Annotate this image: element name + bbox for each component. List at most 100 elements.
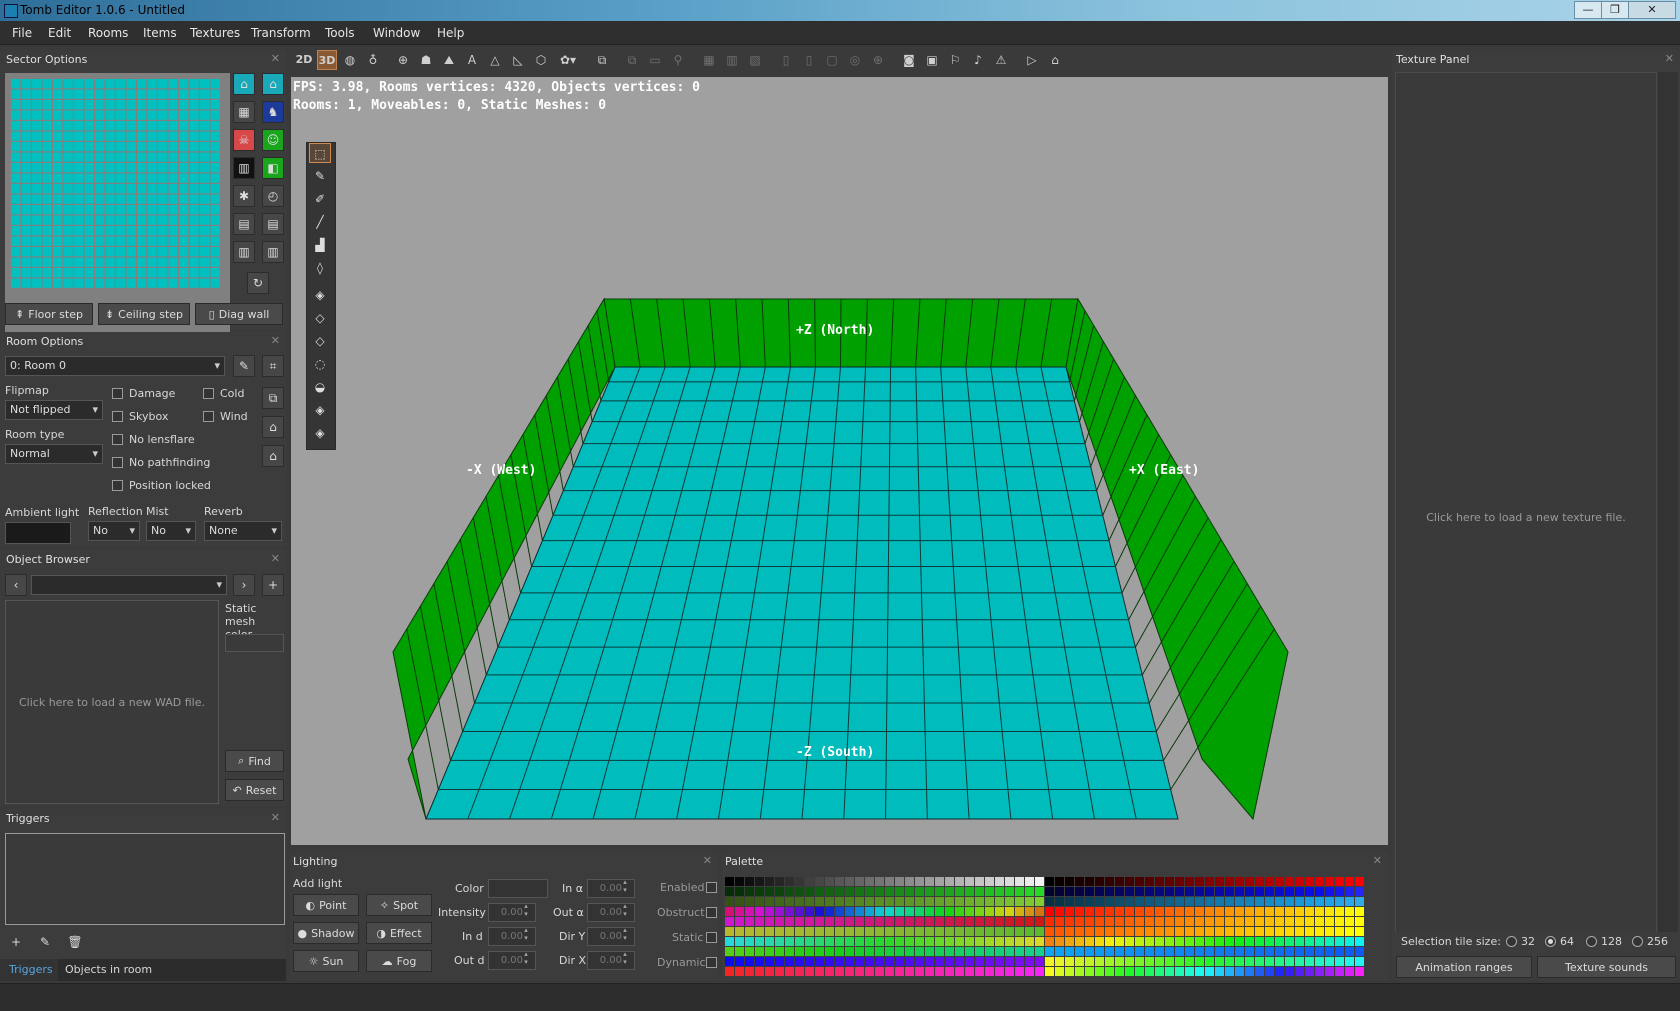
cold-checkbox[interactable] xyxy=(203,388,214,399)
palette-swatch[interactable] xyxy=(1275,907,1284,916)
palette-swatch[interactable] xyxy=(1325,937,1334,946)
palette-swatch[interactable] xyxy=(1045,947,1054,956)
palette-swatch[interactable] xyxy=(1055,897,1064,906)
sector-cell[interactable] xyxy=(200,100,210,110)
sector-cell[interactable] xyxy=(116,110,126,120)
palette-swatch[interactable] xyxy=(905,917,914,926)
sector-cell[interactable] xyxy=(158,163,168,173)
sector-cell[interactable] xyxy=(63,89,73,99)
palette-swatch[interactable] xyxy=(895,957,904,966)
palette-swatch[interactable] xyxy=(1235,927,1244,936)
sector-cell[interactable] xyxy=(63,163,73,173)
split-icon[interactable]: ▥ xyxy=(233,241,255,263)
palette-swatch[interactable] xyxy=(1095,947,1104,956)
palette-swatch[interactable] xyxy=(825,887,834,896)
palette-swatch[interactable] xyxy=(835,937,844,946)
palette-swatch[interactable] xyxy=(1345,957,1354,966)
sector-cell[interactable] xyxy=(63,247,73,257)
sector-cell[interactable] xyxy=(95,226,105,236)
sector-cell[interactable] xyxy=(95,121,105,131)
palette-swatch[interactable] xyxy=(1205,887,1214,896)
sector-cell[interactable] xyxy=(74,236,84,246)
palette-swatch[interactable] xyxy=(895,927,904,936)
palette-swatch[interactable] xyxy=(1135,927,1144,936)
menu-window[interactable]: Window xyxy=(373,26,420,40)
palette-swatch[interactable] xyxy=(795,897,804,906)
palette-swatch[interactable] xyxy=(735,877,744,886)
close-icon[interactable]: ✕ xyxy=(1665,52,1674,65)
sector-cell[interactable] xyxy=(53,194,63,204)
sector-cell[interactable] xyxy=(200,278,210,288)
palette-swatch[interactable] xyxy=(805,927,814,936)
sector-cell[interactable] xyxy=(42,173,52,183)
sector-cell[interactable] xyxy=(21,278,31,288)
palette-swatch[interactable] xyxy=(755,967,764,976)
sector-cell[interactable] xyxy=(21,184,31,194)
sector-cell[interactable] xyxy=(116,121,126,131)
sector-cell[interactable] xyxy=(116,142,126,152)
palette-swatch[interactable] xyxy=(755,877,764,886)
sector-cell[interactable] xyxy=(53,79,63,89)
palette-swatch[interactable] xyxy=(1105,947,1114,956)
warning-icon[interactable]: ⚠ xyxy=(991,50,1011,70)
close-icon[interactable]: ✕ xyxy=(703,854,712,867)
sector-cell[interactable] xyxy=(95,247,105,257)
palette-swatch[interactable] xyxy=(1155,937,1164,946)
palette-swatch[interactable] xyxy=(1055,877,1064,886)
palette-swatch[interactable] xyxy=(1155,927,1164,936)
palette-swatch[interactable] xyxy=(1355,897,1364,906)
death-icon[interactable]: ☠ xyxy=(233,129,255,151)
palette-swatch[interactable] xyxy=(955,967,964,976)
sector-cell[interactable] xyxy=(32,163,42,173)
dir-y-spinner[interactable]: 0.00 xyxy=(587,926,635,946)
sector-cell[interactable] xyxy=(210,215,220,225)
palette-swatch[interactable] xyxy=(845,897,854,906)
palette-swatch[interactable] xyxy=(1135,907,1144,916)
palette-swatch[interactable] xyxy=(965,877,974,886)
tab-triggers[interactable]: Triggers xyxy=(9,963,53,976)
palette-swatch[interactable] xyxy=(1355,907,1364,916)
sector-cell[interactable] xyxy=(32,121,42,131)
palette-swatch[interactable] xyxy=(995,887,1004,896)
palette-swatch[interactable] xyxy=(1275,967,1284,976)
palette-swatch[interactable] xyxy=(1255,967,1264,976)
sector-cell[interactable] xyxy=(210,247,220,257)
palette-swatch[interactable] xyxy=(1335,907,1344,916)
palette-swatch[interactable] xyxy=(755,897,764,906)
group-tool-icon[interactable]: ◈ xyxy=(309,285,331,305)
palette-swatch[interactable] xyxy=(765,897,774,906)
palette-swatch[interactable] xyxy=(875,967,884,976)
palette-swatch[interactable] xyxy=(1235,947,1244,956)
palette-swatch[interactable] xyxy=(965,967,974,976)
tile-size-32-radio[interactable] xyxy=(1506,936,1517,947)
sector-cell[interactable] xyxy=(63,205,73,215)
sector-cell[interactable] xyxy=(137,236,147,246)
reflection-select[interactable]: No xyxy=(88,521,140,541)
sector-cell[interactable] xyxy=(210,194,220,204)
palette-swatch[interactable] xyxy=(1295,937,1304,946)
palette-swatch[interactable] xyxy=(815,957,824,966)
palette-swatch[interactable] xyxy=(1265,947,1274,956)
palette-swatch[interactable] xyxy=(1335,917,1344,926)
sector-cell[interactable] xyxy=(200,226,210,236)
palette-swatch[interactable] xyxy=(1245,887,1254,896)
sector-cell[interactable] xyxy=(105,194,115,204)
palette-swatch[interactable] xyxy=(1205,897,1214,906)
palette-swatch[interactable] xyxy=(1175,897,1184,906)
out-d-spinner[interactable]: 0.00 xyxy=(488,950,536,970)
palette-swatch[interactable] xyxy=(925,957,934,966)
palette-swatch[interactable] xyxy=(1095,957,1104,966)
palette-swatch[interactable] xyxy=(845,947,854,956)
sector-cell[interactable] xyxy=(137,247,147,257)
palette-swatch[interactable] xyxy=(995,927,1004,936)
palette-swatch[interactable] xyxy=(925,917,934,926)
sector-cell[interactable] xyxy=(11,173,21,183)
sector-cell[interactable] xyxy=(158,226,168,236)
palette-swatch[interactable] xyxy=(1125,927,1134,936)
palette-swatch[interactable] xyxy=(745,967,754,976)
sector-cell[interactable] xyxy=(210,142,220,152)
palette-swatch[interactable] xyxy=(1035,937,1044,946)
palette-swatch[interactable] xyxy=(915,887,924,896)
sector-cell[interactable] xyxy=(32,142,42,152)
line-tool-icon[interactable]: ╱ xyxy=(309,212,331,232)
